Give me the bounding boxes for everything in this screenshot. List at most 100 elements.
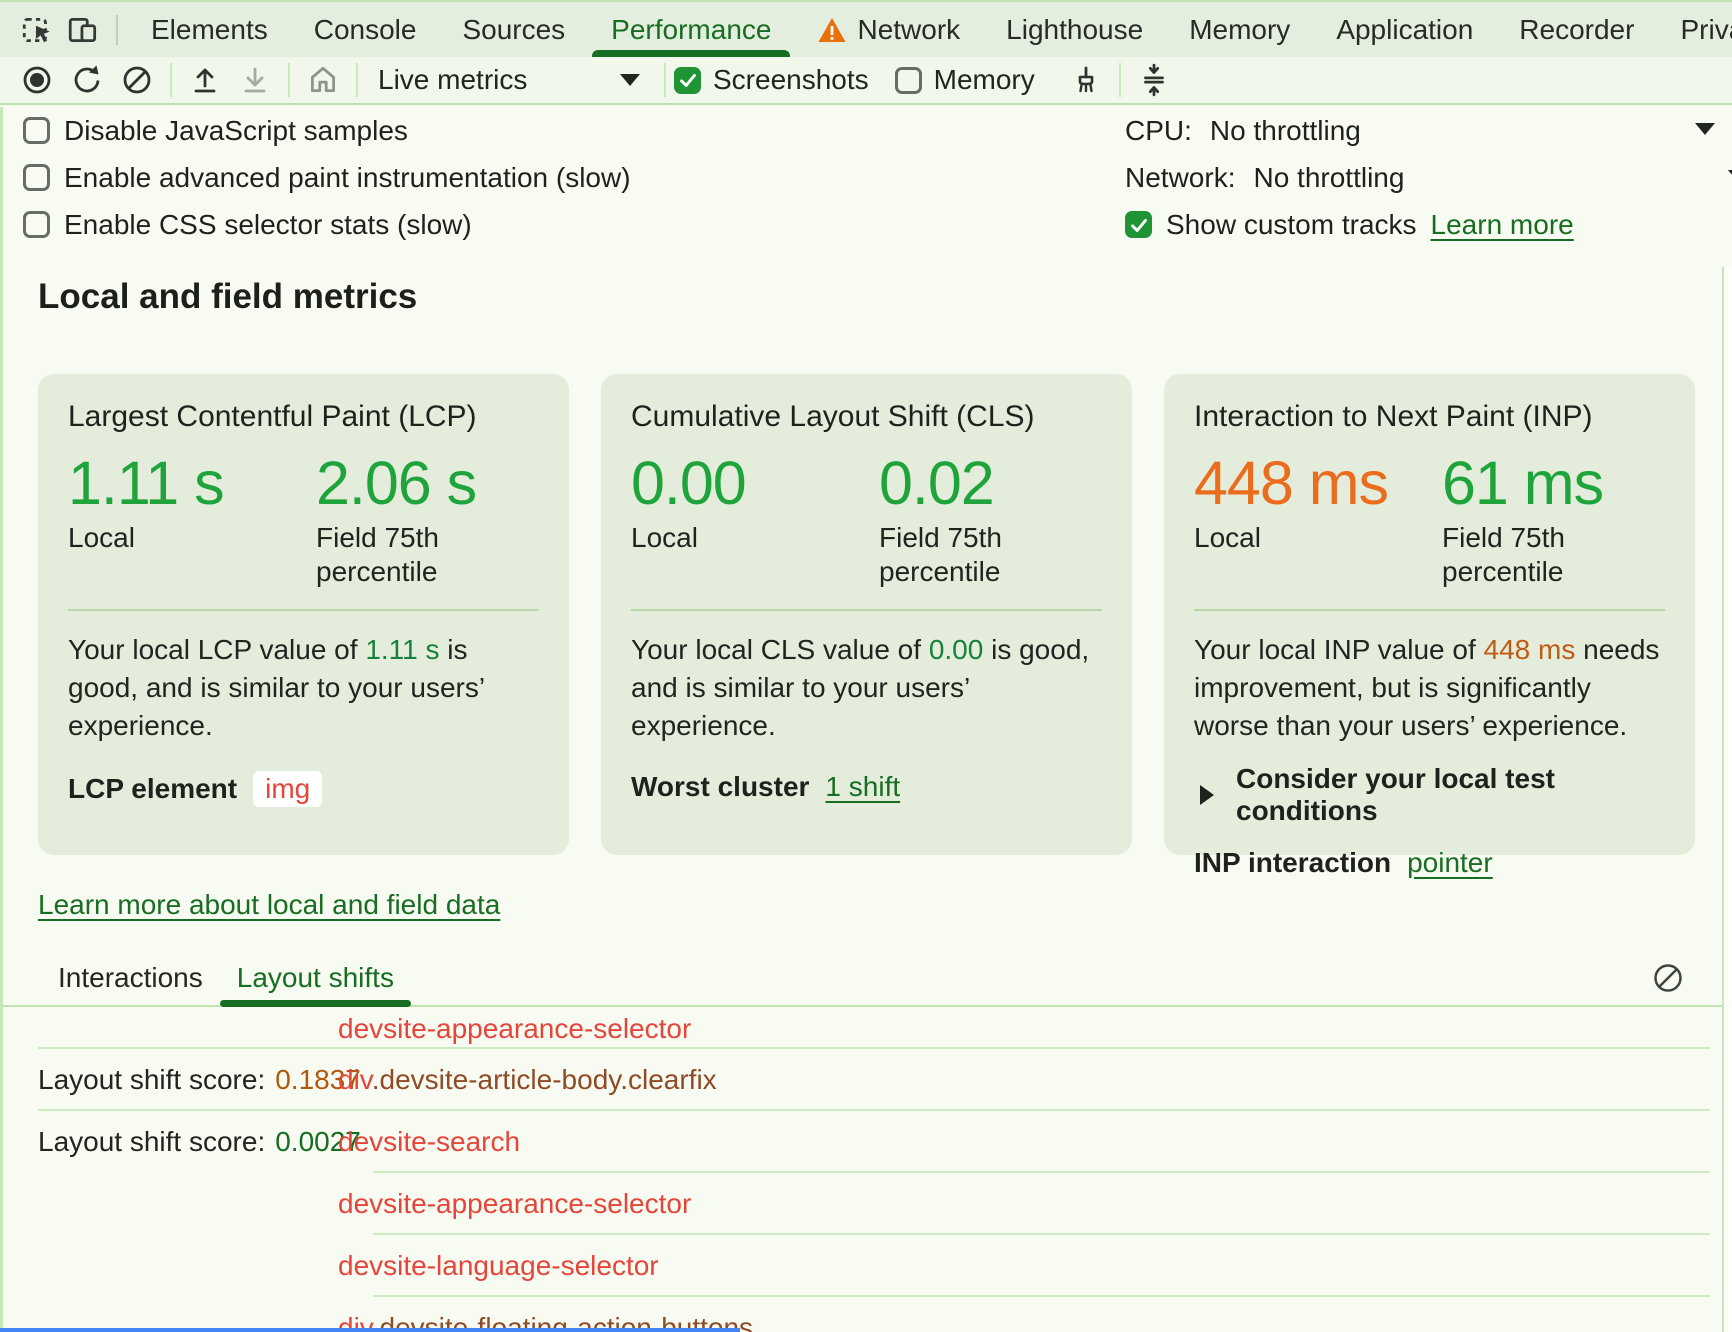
worst-cluster-link[interactable]: 1 shift [825, 771, 900, 803]
tab-network[interactable]: Network [794, 2, 983, 57]
cls-inline-value: 0.00 [929, 634, 984, 665]
tabbar-separator [116, 15, 118, 45]
inp-local-value: 448 ms [1194, 450, 1442, 516]
layout-shifts-table: devsite-appearance-selector Layout shift… [3, 1009, 1722, 1332]
network-throttle-row: Network: No throttling [1125, 154, 1732, 201]
tab-application[interactable]: Application [1313, 2, 1496, 57]
scrollbar-gutter[interactable] [1722, 267, 1732, 1332]
local-test-conditions-expander[interactable]: Consider your local test conditions [1194, 763, 1665, 827]
lcp-inline-value: 1.11 s [365, 634, 439, 665]
upload-icon [189, 64, 221, 96]
tab-sources[interactable]: Sources [439, 2, 588, 57]
custom-tracks-learn-more-link[interactable]: Learn more [1431, 209, 1574, 241]
toolbar-separator [170, 63, 172, 97]
card-divider [1194, 609, 1665, 611]
inp-card-title: Interaction to Next Paint (INP) [1194, 400, 1665, 434]
table-row[interactable]: Layout shift score:0.0027 devsite-search [3, 1111, 1722, 1173]
tab-memory[interactable]: Memory [1166, 2, 1313, 57]
inp-interaction-link[interactable]: pointer [1407, 847, 1493, 879]
cls-field-value: 0.02 [879, 450, 1102, 516]
clear-log-button[interactable] [1652, 962, 1684, 994]
tab-layout-shifts[interactable]: Layout shifts [220, 950, 411, 1005]
tab-performance[interactable]: Performance [588, 2, 794, 57]
network-label: Network: [1125, 162, 1235, 194]
network-throttle-select[interactable]: No throttling [1253, 162, 1404, 194]
custom-tracks-label: Show custom tracks [1166, 209, 1417, 241]
screenshots-checkbox[interactable] [674, 67, 701, 94]
selected-row-edge [0, 1328, 740, 1332]
memory-checkbox[interactable] [895, 67, 922, 94]
element-link[interactable]: devsite-search [338, 1126, 520, 1157]
inp-description: Your local INP value of 448 ms needs imp… [1194, 631, 1665, 745]
save-profile-button[interactable] [230, 59, 280, 101]
learn-more-field-data-link[interactable]: Learn more about local and field data [38, 889, 500, 920]
tab-interactions[interactable]: Interactions [41, 950, 220, 1005]
cls-description: Your local CLS value of 0.00 is good, an… [631, 631, 1102, 745]
chevron-down-icon[interactable] [1695, 123, 1715, 135]
cls-card-title: Cumulative Layout Shift (CLS) [631, 400, 1102, 434]
memory-label: Memory [934, 64, 1035, 96]
table-row[interactable]: Layout shift score:0.1837 div.devsite-ar… [3, 1049, 1722, 1111]
lcp-footer: LCP element img [68, 771, 539, 807]
advanced-paint-checkbox[interactable] [23, 164, 50, 191]
show-custom-tracks-checkbox[interactable] [1125, 211, 1152, 238]
gc-button[interactable] [1061, 59, 1111, 101]
brush-icon [1070, 64, 1102, 96]
devtools-tabbar: Elements Console Sources Performance Net… [0, 0, 1732, 57]
table-row[interactable]: devsite-appearance-selector [3, 1173, 1722, 1235]
collapse-vertical-icon [1137, 63, 1171, 97]
reload-icon [71, 64, 103, 96]
home-button[interactable] [298, 59, 348, 101]
tab-privacy-sandbox[interactable]: Privacy Sandbox [1657, 2, 1732, 57]
lcp-values: 1.11 s Local 2.06 s Field 75th percentil… [68, 450, 539, 589]
performance-panel-body: Disable JavaScript samples Enable advanc… [0, 107, 1732, 1332]
record-and-reload-button[interactable] [62, 59, 112, 101]
lcp-field-label: Field 75th percentile [316, 521, 496, 589]
tab-elements[interactable]: Elements [128, 2, 291, 57]
chevron-down-icon[interactable] [1728, 170, 1732, 182]
clear-button[interactable] [112, 59, 162, 101]
table-row[interactable]: div.devsite-floating-action-buttons [3, 1297, 1722, 1332]
inspect-cursor-icon [20, 13, 54, 47]
panel-mode-select[interactable]: Live metrics [366, 64, 656, 96]
score-label: Layout shift score: [38, 1064, 265, 1095]
element-link[interactable]: div [338, 1064, 372, 1095]
toolbar-separator [1119, 63, 1121, 97]
cls-local-label: Local [631, 521, 811, 555]
performance-toolbar: Live metrics Screenshots Memory [0, 57, 1732, 105]
custom-tracks-row: Show custom tracks Learn more [1125, 201, 1732, 248]
local-test-conditions-label: Consider your local test conditions [1236, 763, 1665, 827]
lcp-element-chip[interactable]: img [253, 771, 322, 807]
disable-js-samples-label: Disable JavaScript samples [64, 115, 408, 147]
score-label: Layout shift score: [38, 1126, 265, 1157]
live-metrics-view: Local and field metrics Largest Contentf… [3, 267, 1732, 1332]
cpu-throttle-select[interactable]: No throttling [1210, 115, 1361, 147]
tab-console[interactable]: Console [291, 2, 440, 57]
record-button[interactable] [12, 59, 62, 101]
inp-card: Interaction to Next Paint (INP) 448 ms L… [1164, 374, 1695, 855]
inp-footer: INP interaction pointer [1194, 847, 1665, 879]
table-row[interactable]: devsite-language-selector [3, 1235, 1722, 1297]
inp-field-value: 61 ms [1442, 450, 1665, 516]
log-tabbar: Interactions Layout shifts [3, 950, 1722, 1007]
load-profile-button[interactable] [180, 59, 230, 101]
device-toolbar-icon [66, 13, 100, 47]
toolbar-separator [664, 63, 666, 97]
table-row[interactable]: devsite-appearance-selector [3, 1009, 1722, 1049]
device-toolbar-button[interactable] [60, 7, 106, 53]
panel-mode-value: Live metrics [378, 64, 527, 96]
tab-recorder[interactable]: Recorder [1496, 2, 1657, 57]
css-selector-stats-checkbox[interactable] [23, 211, 50, 238]
section-heading: Local and field metrics [38, 277, 417, 317]
record-icon [21, 64, 53, 96]
element-link[interactable]: devsite-appearance-selector [338, 1188, 691, 1219]
screenshots-label: Screenshots [713, 64, 869, 96]
inp-inline-value: 448 ms [1484, 634, 1576, 665]
inspect-element-button[interactable] [14, 7, 60, 53]
tab-lighthouse[interactable]: Lighthouse [983, 2, 1166, 57]
element-classes[interactable]: .devsite-article-body.clearfix [372, 1064, 717, 1095]
disable-js-samples-checkbox[interactable] [23, 117, 50, 144]
element-link[interactable]: devsite-appearance-selector [338, 1013, 691, 1044]
element-link[interactable]: devsite-language-selector [338, 1250, 659, 1281]
collapse-button[interactable] [1129, 59, 1179, 101]
